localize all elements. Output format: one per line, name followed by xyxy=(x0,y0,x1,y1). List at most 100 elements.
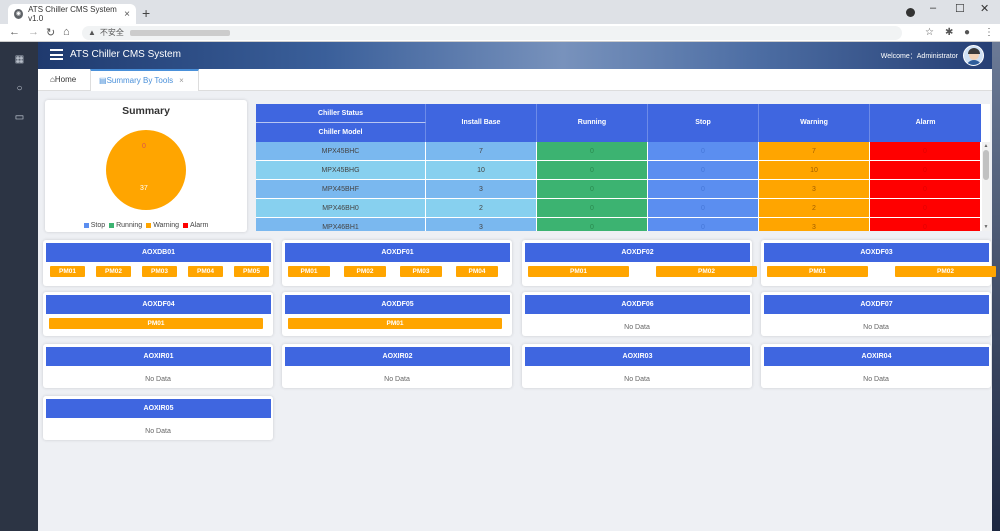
tool-card-aoxir04: AOXIR04 No Data xyxy=(761,344,991,388)
page-tabbar: ⌂Home ▤Summary By Tools × xyxy=(38,69,992,92)
pm-list: PM01 xyxy=(46,318,271,329)
tool-card-aoxir01: AOXIR01 No Data xyxy=(43,344,273,388)
minimize-icon[interactable]: – xyxy=(930,2,936,14)
legend-item-alarm[interactable]: Alarm xyxy=(183,222,208,229)
circle-icon[interactable]: ○ xyxy=(14,83,25,94)
tool-header[interactable]: AOXDF04 xyxy=(46,295,271,314)
pm-button-pm01[interactable]: PM01 xyxy=(49,318,263,329)
cell-model: MPX46BH1 xyxy=(256,218,426,231)
back-icon[interactable]: ← xyxy=(9,26,20,38)
desktop-background xyxy=(992,42,1000,531)
forward-icon[interactable]: → xyxy=(28,26,39,38)
star-icon[interactable]: ☆ xyxy=(925,27,934,38)
monitor-icon[interactable]: ▭ xyxy=(14,112,25,123)
no-data-text: No Data xyxy=(145,376,171,383)
scroll-thumb[interactable] xyxy=(983,150,989,180)
profile-icon[interactable] xyxy=(906,8,915,17)
cell-running: 0 xyxy=(537,199,648,218)
cell-warning: 7 xyxy=(759,142,870,161)
tool-header[interactable]: AOXDF01 xyxy=(285,243,510,262)
tool-header[interactable]: AOXIR04 xyxy=(764,347,989,366)
account-icon[interactable]: ● xyxy=(964,27,970,38)
pm-button-pm02[interactable]: PM02 xyxy=(96,266,131,277)
table-row[interactable]: MPX45BHC 7 0 0 7 0 xyxy=(256,142,981,161)
tool-header[interactable]: AOXDB01 xyxy=(46,243,271,262)
grid-icon[interactable]: ▦ xyxy=(14,54,25,65)
header-chiller-model: Chiller Model xyxy=(256,123,426,142)
header-alarm: Alarm xyxy=(915,119,936,126)
table-row[interactable]: MPX46BH0 2 0 0 2 0 xyxy=(256,199,981,218)
tab-home[interactable]: ⌂Home xyxy=(42,69,84,91)
cell-running: 0 xyxy=(537,161,648,180)
extensions-icon[interactable]: ✱ xyxy=(945,27,953,38)
avatar[interactable] xyxy=(963,45,984,66)
cell-install: 3 xyxy=(426,180,537,199)
pm-button-pm02[interactable]: PM02 xyxy=(895,266,996,277)
window-close-icon[interactable]: ✕ xyxy=(980,2,989,15)
cell-stop: 0 xyxy=(648,218,759,231)
menu-dots-icon[interactable]: ⋮ xyxy=(984,27,994,38)
tool-header[interactable]: AOXDF06 xyxy=(525,295,750,314)
pie-slice-warning[interactable] xyxy=(106,130,186,210)
app-header: ATS Chiller CMS System Welcome：Administr… xyxy=(38,42,992,69)
cell-alarm: 0 xyxy=(870,161,981,180)
tool-header[interactable]: AOXDF07 xyxy=(764,295,989,314)
legend-item-running[interactable]: Running xyxy=(109,222,142,229)
legend-item-stop[interactable]: Stop xyxy=(83,222,105,229)
table-row[interactable]: MPX45BHF 3 0 0 3 0 xyxy=(256,180,981,199)
close-tab-icon[interactable]: × xyxy=(179,76,184,85)
new-tab-icon[interactable]: + xyxy=(142,5,150,21)
legend-item-warning[interactable]: Warning xyxy=(146,222,179,229)
cell-install: 10 xyxy=(426,161,537,180)
main-content: Summary 0 37 Stop Running Warning Alarm Chi… xyxy=(38,91,996,531)
tab-summary-by-tools[interactable]: ▤Summary By Tools × xyxy=(90,69,199,92)
tool-header[interactable]: AOXDF05 xyxy=(285,295,510,314)
cell-stop: 0 xyxy=(648,142,759,161)
pm-button-pm03[interactable]: PM03 xyxy=(400,266,442,277)
home-icon[interactable]: ⌂ xyxy=(63,26,70,38)
scroll-up-icon[interactable]: ▲ xyxy=(982,142,990,150)
tool-header[interactable]: AOXIR02 xyxy=(285,347,510,366)
pm-list: PM01 xyxy=(285,318,510,329)
table-scrollbar[interactable]: ▲ ▼ xyxy=(982,142,990,231)
table-row[interactable]: MPX45BHG 10 0 0 10 0 xyxy=(256,161,981,180)
cell-running: 0 xyxy=(537,142,648,161)
pm-button-pm04[interactable]: PM04 xyxy=(188,266,223,277)
tool-header[interactable]: AOXDF03 xyxy=(764,243,989,262)
pm-button-pm03[interactable]: PM03 xyxy=(142,266,177,277)
legend-swatch xyxy=(183,222,188,228)
pm-button-pm05[interactable]: PM05 xyxy=(234,266,269,277)
table-row[interactable]: MPX46BH1 3 0 0 3 0 xyxy=(256,218,981,231)
pm-button-pm01[interactable]: PM01 xyxy=(528,266,629,277)
maximize-icon[interactable]: ☐ xyxy=(955,2,965,15)
pm-button-pm04[interactable]: PM04 xyxy=(456,266,498,277)
pm-button-pm01[interactable]: PM01 xyxy=(288,318,502,329)
pm-button-pm01[interactable]: PM01 xyxy=(288,266,330,277)
cell-stop: 0 xyxy=(648,161,759,180)
tool-card-aoxdb01: AOXDB01 PM01 PM02 PM03 PM04 PM05 xyxy=(43,240,273,286)
tool-header[interactable]: AOXIR01 xyxy=(46,347,271,366)
pm-button-pm01[interactable]: PM01 xyxy=(50,266,85,277)
close-icon[interactable]: × xyxy=(124,9,130,20)
cell-model: MPX45BHG xyxy=(256,161,426,180)
pm-button-pm02[interactable]: PM02 xyxy=(656,266,757,277)
url-field[interactable]: ▲ 不安全 xyxy=(82,26,902,40)
scroll-down-icon[interactable]: ▼ xyxy=(982,223,990,231)
tool-header[interactable]: AOXIR05 xyxy=(46,399,271,418)
browser-tab[interactable]: ◉ ATS Chiller CMS System v1.0 × xyxy=(8,4,136,24)
welcome-text: Welcome：Administrator xyxy=(880,53,958,60)
browser-tab-title: ATS Chiller CMS System v1.0 xyxy=(28,5,117,23)
cell-alarm: 0 xyxy=(870,142,981,161)
tool-header[interactable]: AOXIR03 xyxy=(525,347,750,366)
no-data-text: No Data xyxy=(145,428,171,435)
pm-button-pm02[interactable]: PM02 xyxy=(344,266,386,277)
tool-card-aoxdf04: AOXDF04 PM01 xyxy=(43,292,273,336)
no-data-text: No Data xyxy=(624,376,650,383)
tool-header[interactable]: AOXDF02 xyxy=(525,243,750,262)
pm-button-pm01[interactable]: PM01 xyxy=(767,266,868,277)
legend-swatch xyxy=(109,222,115,228)
cell-running: 0 xyxy=(537,218,648,231)
tab-summary-label: Summary By Tools xyxy=(106,76,174,85)
hamburger-icon[interactable] xyxy=(50,49,63,60)
reload-icon[interactable]: ↻ xyxy=(46,26,55,39)
